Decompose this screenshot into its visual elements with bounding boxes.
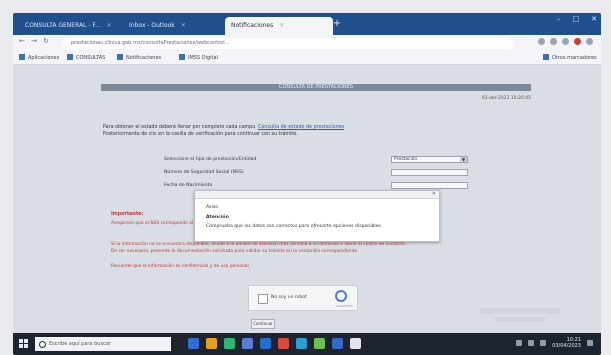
taskbar-app-icon[interactable]	[278, 338, 289, 349]
folder-icon	[67, 54, 73, 60]
tab-notificaciones[interactable]: Notificaciones ✕	[225, 17, 333, 35]
notifications-icon[interactable]	[587, 340, 593, 346]
dialog-subheading: Atención	[206, 215, 229, 220]
system-tray: 10:21 03/04/2023	[516, 337, 593, 349]
forward-icon[interactable]: →	[31, 37, 37, 45]
field-label-type: Seleccione el tipo de prestación/Entidad	[164, 157, 257, 162]
taskbar-clock[interactable]: 10:21 03/04/2023	[552, 337, 581, 349]
new-tab-button[interactable]: +	[330, 17, 344, 31]
field-label-nss: Número de Seguridad Social (NSS)	[164, 170, 244, 175]
close-icon[interactable]: ✕	[432, 191, 436, 198]
share-icon[interactable]	[538, 38, 545, 45]
taskbar-app-icon[interactable]	[260, 338, 271, 349]
folder-icon	[117, 54, 123, 60]
taskbar-app-icon[interactable]	[206, 338, 217, 349]
windows-start-icon[interactable]	[19, 339, 29, 349]
web-page: CONSULTA DE PRESTACIONES 03-abr-2023 10:…	[13, 65, 601, 333]
taskbar-app-icon[interactable]	[242, 338, 253, 349]
intro-text-2: Posteriormente de clic en la casilla de …	[103, 132, 298, 137]
profile-icon[interactable]	[574, 38, 581, 45]
notice-title: Importante:	[111, 212, 144, 217]
bookmark-item[interactable]: Otros marcadores	[543, 52, 597, 64]
taskbar-app-icon[interactable]	[296, 338, 307, 349]
extension-icon[interactable]	[562, 38, 569, 45]
taskbar-app-icon[interactable]	[188, 338, 199, 349]
windows-taskbar: Escribe aquí para buscar 10:21 03/04/202…	[13, 333, 601, 355]
taskbar-app-icon[interactable]	[224, 338, 235, 349]
tab-label: Inbox - Outlook	[129, 22, 175, 29]
battery-icon[interactable]	[540, 340, 547, 346]
maximize-icon[interactable]: □	[573, 15, 580, 23]
notice-line: Si la información no se encuentra dispon…	[111, 242, 407, 247]
close-window-icon[interactable]: ✕	[591, 15, 597, 23]
intro-text: Para obtener el estado deberá llenar por…	[103, 125, 345, 130]
back-icon[interactable]: ←	[19, 37, 25, 45]
prestacion-select[interactable]: Prestación ▼	[391, 156, 468, 163]
star-icon[interactable]	[550, 38, 557, 45]
notice-line: Recuerde que la información es confidenc…	[111, 264, 251, 269]
folder-icon	[543, 54, 549, 60]
extension-icons	[538, 38, 593, 45]
recaptcha-icon	[335, 290, 347, 302]
dialog-message: Comprueba que los datos son correctos pa…	[206, 224, 383, 229]
alert-dialog: ✕ Aviso Atención Comprueba que los datos…	[194, 190, 440, 242]
address-bar[interactable]: prestaciones.clinica.gob.mx/consultaPres…	[63, 38, 513, 49]
apps-icon	[19, 54, 25, 60]
recaptcha-brand: reCAPTCHA	[335, 304, 353, 308]
close-icon[interactable]: ✕	[107, 22, 112, 29]
tab-consulta[interactable]: CONSULTA GENERAL - F... ✕	[19, 17, 127, 35]
recaptcha-widget: No soy un robot reCAPTCHA	[248, 285, 358, 311]
recaptcha-label: No soy un robot	[271, 295, 307, 300]
network-icon[interactable]	[516, 340, 523, 346]
bookmark-item[interactable]: IMSS Digital	[179, 52, 218, 64]
address-row: ← → ↻ prestaciones.clinica.gob.mx/consul…	[13, 35, 601, 52]
close-icon[interactable]: ✕	[279, 22, 284, 29]
tab-label: Notificaciones	[231, 22, 274, 29]
desktop-screen: CONSULTA GENERAL - F... ✕ Inbox - Outlook…	[13, 13, 601, 355]
page-datetime: 03-abr-2023 10:20:45	[481, 96, 531, 101]
taskbar-app-icon[interactable]	[332, 338, 343, 349]
reload-icon[interactable]: ↻	[43, 37, 49, 45]
birthdate-input[interactable]	[391, 182, 468, 189]
taskbar-app-icon[interactable]	[314, 338, 325, 349]
page-title: CONSULTA DE PRESTACIONES	[101, 84, 531, 91]
bookmark-item[interactable]: Aplicaciones	[19, 52, 59, 64]
placeholder-bar	[495, 317, 545, 322]
taskbar-app-icon[interactable]	[350, 338, 361, 349]
tab-outlook[interactable]: Inbox - Outlook ✕	[123, 17, 231, 35]
taskbar-search-input[interactable]: Escribe aquí para buscar	[35, 337, 171, 351]
intro-link[interactable]: Consulta de estado de prestaciones	[258, 125, 344, 130]
minimize-icon[interactable]: –	[557, 15, 561, 23]
window-controls: – □ ✕	[557, 15, 597, 23]
close-icon[interactable]: ✕	[181, 22, 186, 29]
menu-icon[interactable]	[586, 38, 593, 45]
placeholder-bar	[480, 308, 560, 314]
bookmark-item[interactable]: CONSULTAS	[67, 52, 105, 64]
volume-icon[interactable]	[528, 340, 535, 346]
nss-input[interactable]	[391, 169, 468, 176]
notice-line: De ser necesario, presente la documentac…	[111, 249, 359, 254]
search-icon	[39, 341, 46, 348]
browser-tabstrip: CONSULTA GENERAL - F... ✕ Inbox - Outlook…	[13, 13, 601, 35]
taskbar-app-icons	[188, 338, 361, 349]
bookmark-item[interactable]: Notificaciones	[117, 52, 161, 64]
tab-label: CONSULTA GENERAL - F...	[25, 22, 101, 29]
screenshot-frame: CONSULTA GENERAL - F... ✕ Inbox - Outlook…	[0, 0, 611, 355]
chevron-down-icon: ▼	[460, 157, 467, 162]
continue-button[interactable]: Continuar	[251, 319, 275, 329]
bookmarks-bar: Aplicaciones CONSULTAS Notificaciones IM…	[13, 52, 601, 65]
recaptcha-checkbox[interactable]	[258, 294, 268, 304]
dialog-titlebar: ✕	[195, 191, 439, 199]
folder-icon	[179, 54, 185, 60]
field-label-birthdate: Fecha de Nacimiento	[164, 183, 213, 188]
dialog-heading: Aviso	[206, 205, 219, 210]
